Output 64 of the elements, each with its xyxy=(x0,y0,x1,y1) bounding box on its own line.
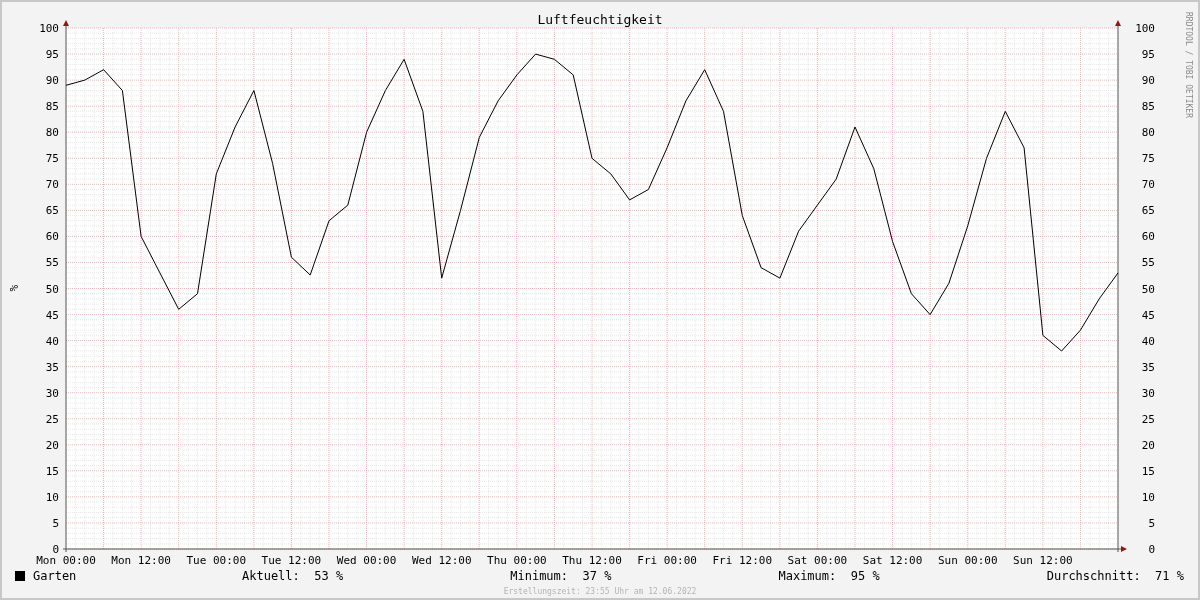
chart-title: Luftfeuchtigkeit xyxy=(537,12,663,27)
y-tick-label: 70 xyxy=(45,178,59,192)
y-tick-label: 40 xyxy=(1141,334,1155,348)
y-tick-label: 15 xyxy=(45,464,59,478)
x-tick-label: Wed 00:00 xyxy=(336,554,397,566)
y-tick-label: 80 xyxy=(45,126,59,140)
y-tick-label: 35 xyxy=(1141,360,1155,374)
y-tick-label: 70 xyxy=(1141,178,1155,192)
y-tick-label: 35 xyxy=(45,360,59,374)
y-tick-label: 0 xyxy=(52,543,59,556)
legend-stat: Maximum: 95 % xyxy=(778,568,880,585)
y-tick-label: 100 xyxy=(1135,22,1155,35)
x-tick-label: Wed 12:00 xyxy=(411,554,472,566)
y-tick-label: 50 xyxy=(1141,282,1155,296)
x-tick-label: Mon 12:00 xyxy=(111,554,171,566)
y-tick-label: 25 xyxy=(1141,412,1155,426)
legend-series-name: Garten xyxy=(33,568,77,585)
y-tick-label: 95 xyxy=(45,48,59,62)
y-tick-label: 25 xyxy=(45,412,59,426)
y-tick-label: 5 xyxy=(1148,516,1155,530)
legend-stat: Durchschnitt: 71 % xyxy=(1046,568,1184,585)
y-tick-label: 90 xyxy=(1141,74,1155,88)
credit-text: RRDTOOL / TOBI OETIKER xyxy=(1184,12,1193,118)
y-tick-label: 75 xyxy=(1141,152,1155,166)
x-tick-label: Fri 12:00 xyxy=(712,554,773,566)
y-tick-label: 100 xyxy=(39,22,59,35)
y-tick-label: 5 xyxy=(52,516,59,530)
y-tick-label: 20 xyxy=(45,438,59,452)
y-tick-label: 65 xyxy=(45,204,59,218)
y-tick-label: 10 xyxy=(45,490,59,504)
legend-stat: Aktuell: 53 % xyxy=(242,568,344,585)
y-axis-label: % xyxy=(7,284,20,292)
x-tick-label: Tue 12:00 xyxy=(261,554,322,566)
y-tick-label: 85 xyxy=(45,100,59,114)
y-tick-label: 55 xyxy=(1141,256,1155,270)
x-tick-label: Thu 12:00 xyxy=(562,554,622,566)
y-tick-label: 80 xyxy=(1141,126,1155,140)
y-tick-label: 15 xyxy=(1141,464,1155,478)
legend-stat: Minimum: 37 % xyxy=(510,568,612,585)
y-tick-label: 30 xyxy=(45,386,59,400)
y-tick-label: 55 xyxy=(45,256,59,270)
y-tick-label: 0 xyxy=(1148,543,1155,556)
x-tick-label: Sun 00:00 xyxy=(937,554,998,566)
y-tick-label: 90 xyxy=(45,74,59,88)
y-tick-label: 85 xyxy=(1141,100,1155,114)
x-tick-label: Sat 00:00 xyxy=(787,554,848,566)
x-tick-label: Fri 00:00 xyxy=(637,554,697,566)
x-tick-label: Mon 00:00 xyxy=(36,554,96,566)
y-tick-label: 45 xyxy=(45,308,59,322)
x-tick-label: Sun 12:00 xyxy=(1013,554,1073,566)
y-tick-label: 10 xyxy=(1141,490,1155,504)
y-tick-label: 40 xyxy=(45,334,59,348)
y-tick-label: 60 xyxy=(1141,230,1155,244)
y-tick-label: 50 xyxy=(45,282,59,296)
x-tick-label: Thu 00:00 xyxy=(487,554,547,566)
x-tick-label: Sat 12:00 xyxy=(862,554,923,566)
y-tick-label: 95 xyxy=(1141,48,1155,62)
y-tick-label: 30 xyxy=(1141,386,1155,400)
y-tick-label: 20 xyxy=(1141,438,1155,452)
x-tick-label: Tue 00:00 xyxy=(186,554,247,566)
y-tick-label: 65 xyxy=(1141,204,1155,218)
y-tick-label: 60 xyxy=(45,230,59,244)
y-tick-label: 75 xyxy=(45,152,59,166)
y-tick-label: 45 xyxy=(1141,308,1155,322)
